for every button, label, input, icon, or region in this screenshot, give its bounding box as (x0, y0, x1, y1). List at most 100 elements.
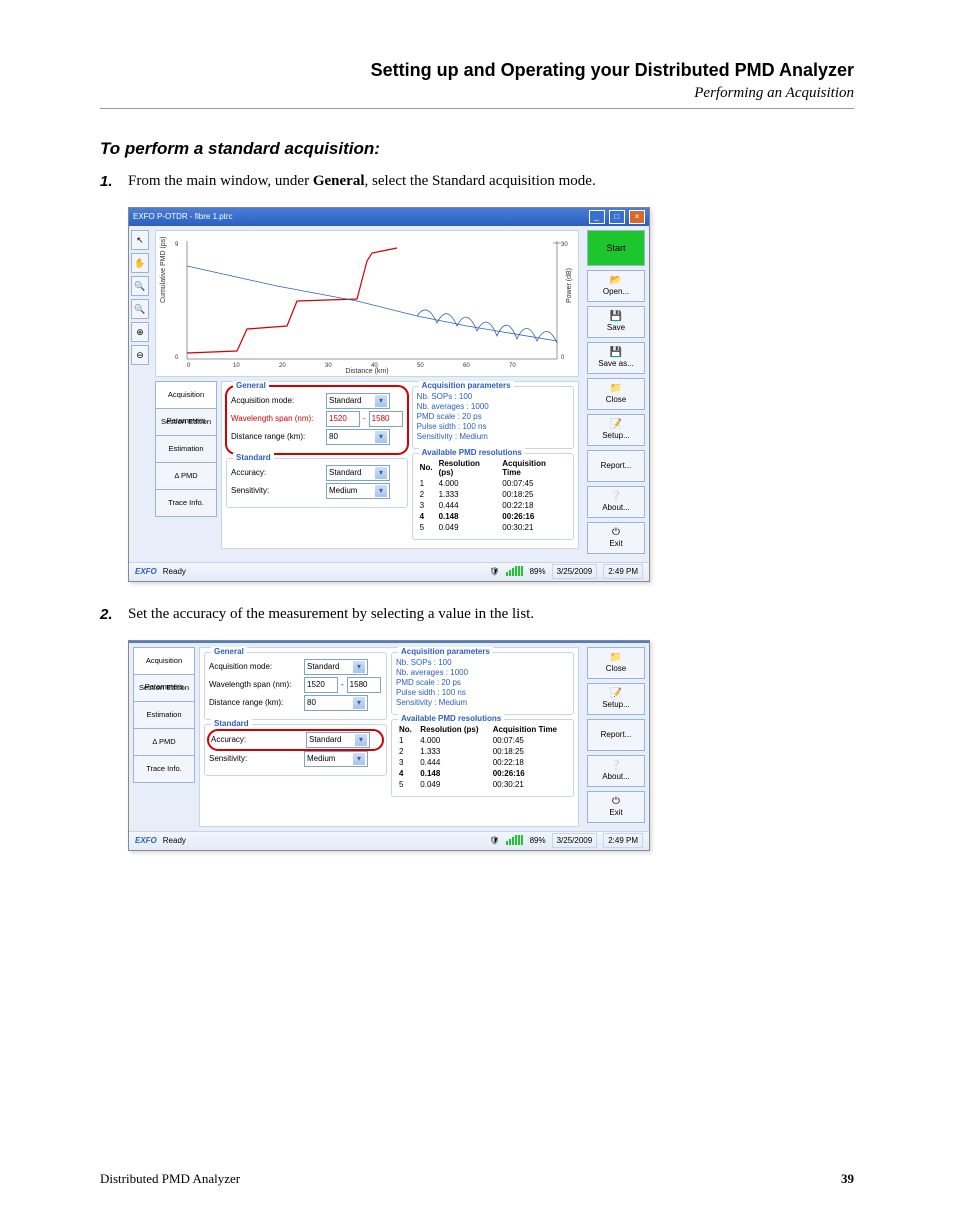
tab-acquisition-parameters[interactable]: Acquisition Parameters (133, 647, 195, 675)
open-button[interactable]: 📂Open... (587, 270, 645, 302)
pointer-tool-icon[interactable]: ↖ (131, 230, 149, 250)
report-button[interactable]: Report... (587, 719, 645, 751)
wavelength-to-input[interactable]: 1580 (369, 411, 403, 427)
exit-button[interactable]: ⏻Exit (587, 522, 645, 554)
accuracy-select[interactable]: Standard▾ (326, 465, 390, 481)
svg-text:0: 0 (561, 355, 565, 361)
resolutions-legend: Available PMD resolutions (419, 448, 525, 457)
distance-select[interactable]: 80▾ (326, 429, 390, 445)
svg-text:0: 0 (175, 355, 179, 361)
table-row: 14.00000:07:45 (417, 478, 569, 489)
zoom-tool-icon[interactable]: 🔍 (131, 299, 149, 319)
acq-params-legend: Acquisition parameters (419, 381, 514, 390)
resolutions-table[interactable]: No.Resolution (ps)Acquisition Time 14.00… (417, 458, 569, 533)
accuracy-select[interactable]: Standard▾ (306, 732, 370, 748)
save-as-button[interactable]: 💾Save as... (587, 342, 645, 374)
about-button[interactable]: ❔About... (587, 486, 645, 518)
page-footer: Distributed PMD Analyzer 39 (100, 1171, 854, 1187)
hand-tool-icon[interactable]: ✋ (131, 253, 149, 273)
save-button[interactable]: 💾Save (587, 306, 645, 338)
status-bar: EXFO Ready 🛡 89% 3/25/2009 2:49 PM (129, 831, 649, 850)
table-row: 30.44400:22:18 (396, 757, 569, 768)
zoom-out-icon[interactable]: ⊖ (131, 345, 149, 365)
start-button[interactable]: Start (587, 230, 645, 266)
step-text: Set the accuracy of the measurement by s… (128, 604, 534, 626)
svg-text:10: 10 (233, 363, 240, 369)
maximize-button[interactable]: □ (609, 210, 625, 224)
resolutions-table[interactable]: No.Resolution (ps)Acquisition Time 14.00… (396, 724, 569, 790)
distance-select[interactable]: 80▾ (304, 695, 368, 711)
sensitivity-select[interactable]: Medium▾ (304, 751, 368, 767)
acq-mode-label: Acquisition mode: (209, 662, 301, 671)
trace-chart[interactable]: Cumulative PMD (ps) Power (dB) Distance … (155, 230, 579, 377)
close-button[interactable]: 📁Close (587, 647, 645, 679)
tab-estimation[interactable]: Estimation (155, 435, 217, 463)
tab-trace-info[interactable]: Trace Info. (133, 755, 195, 783)
zoom-tool-icon[interactable]: 🔍 (131, 276, 149, 296)
table-row: 40.14800:26:16 (417, 511, 569, 522)
tab-section-edition[interactable]: Section Edition (155, 408, 217, 436)
param-line: Nb. SOPs : 100 (396, 658, 569, 667)
time-label: 2:49 PM (603, 833, 643, 848)
distance-label: Distance range (km): (231, 432, 323, 441)
footer-left: Distributed PMD Analyzer (100, 1171, 240, 1187)
close-button[interactable]: 📁Close (587, 378, 645, 410)
tab-section-edition[interactable]: Section Edition (133, 674, 195, 702)
shield-icon: 🛡 (489, 567, 499, 576)
resolutions-legend: Available PMD resolutions (398, 714, 504, 723)
zoom-in-icon[interactable]: ⊕ (131, 322, 149, 342)
acq-mode-select[interactable]: Standard▾ (304, 659, 368, 675)
sensitivity-select[interactable]: Medium▾ (326, 483, 390, 499)
folder-icon: 📁 (610, 653, 622, 663)
report-button[interactable]: Report... (587, 450, 645, 482)
wavelength-from-input[interactable]: 1520 (326, 411, 360, 427)
wavelength-label: Wavelength span (nm): (231, 414, 323, 423)
folder-open-icon: 📂 (610, 276, 622, 286)
setup-icon: 📝 (610, 689, 622, 699)
setup-button[interactable]: 📝Setup... (587, 683, 645, 715)
general-fieldset: General Acquisition mode: Standard▾ Wave… (204, 652, 387, 720)
chevron-down-icon: ▾ (375, 467, 387, 479)
step-1: 1. From the main window, under General, … (100, 171, 854, 193)
svg-text:50: 50 (417, 363, 424, 369)
close-button[interactable]: × (629, 210, 645, 224)
distance-label: Distance range (km): (209, 698, 301, 707)
window-title: EXFO P-OTDR - fibre 1.ptrc (133, 208, 233, 226)
about-button[interactable]: ❔About... (587, 755, 645, 787)
setup-button[interactable]: 📝Setup... (587, 414, 645, 446)
accuracy-label: Accuracy: (231, 468, 323, 477)
exit-button[interactable]: ⏻Exit (587, 791, 645, 823)
percent-label: 89% (530, 836, 546, 845)
param-line: PMD scale : 20 ps (396, 678, 569, 687)
wavelength-to-input[interactable]: 1580 (347, 677, 381, 693)
svg-text:0: 0 (187, 363, 191, 369)
step-number: 2. (100, 604, 128, 626)
save-icon: 💾 (610, 312, 622, 322)
tab-estimation[interactable]: Estimation (133, 701, 195, 729)
standard-fieldset: Standard Accuracy: Standard▾ Sensitivity… (226, 458, 408, 508)
tab-acquisition-parameters[interactable]: Acquisition Parameters (155, 381, 217, 409)
date-label: 3/25/2009 (552, 564, 598, 579)
param-line: Pulse sidth : 100 ns (417, 422, 569, 431)
acq-params-fieldset: Acquisition parameters Nb. SOPs : 100 Nb… (391, 652, 574, 715)
screenshot-2: Acquisition Parameters Section Edition E… (128, 640, 650, 851)
sensitivity-label: Sensitivity: (209, 754, 301, 763)
acq-mode-select[interactable]: Standard▾ (326, 393, 390, 409)
tab-delta-pmd[interactable]: Δ PMD (133, 728, 195, 756)
tab-trace-info[interactable]: Trace Info. (155, 489, 217, 517)
tab-delta-pmd[interactable]: Δ PMD (155, 462, 217, 490)
progress-bars (506, 566, 524, 578)
svg-text:70: 70 (509, 363, 516, 369)
wavelength-from-input[interactable]: 1520 (304, 677, 338, 693)
time-label: 2:49 PM (603, 564, 643, 579)
percent-label: 89% (530, 567, 546, 576)
step-number: 1. (100, 171, 128, 193)
acq-params-legend: Acquisition parameters (398, 647, 493, 656)
minimize-button[interactable]: _ (589, 210, 605, 224)
wavelength-label: Wavelength span (nm): (209, 680, 301, 689)
window-titlebar[interactable]: EXFO P-OTDR - fibre 1.ptrc _ □ × (129, 208, 649, 226)
chapter-subtitle: Performing an Acquisition (100, 85, 854, 102)
resolutions-fieldset: Available PMD resolutions No.Resolution … (391, 719, 574, 797)
folder-icon: 📁 (610, 384, 622, 394)
help-icon: ❔ (610, 761, 622, 771)
